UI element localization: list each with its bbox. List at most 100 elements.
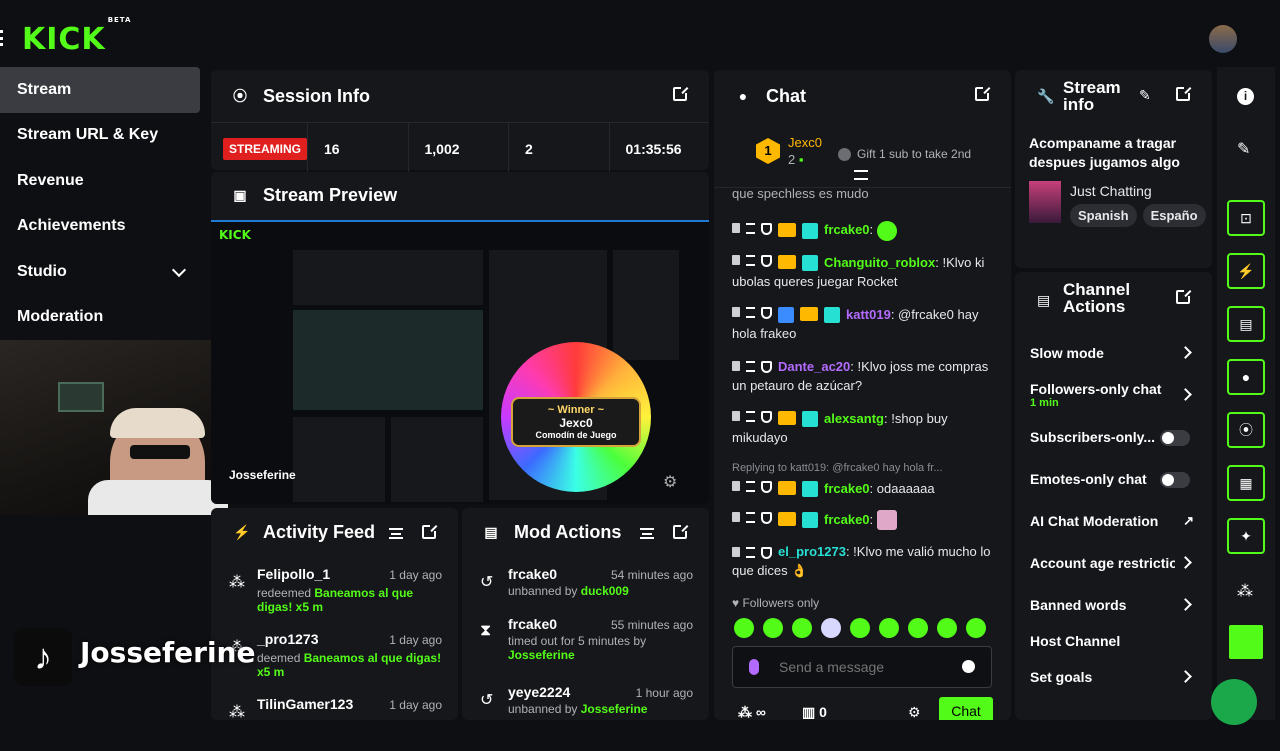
- chat-partial-line: que spechless es mudo: [732, 186, 869, 201]
- emote-icon[interactable]: [734, 618, 754, 638]
- support-icon[interactable]: [1211, 679, 1257, 725]
- set-goals-option[interactable]: Set goals: [1015, 656, 1212, 698]
- emote-icon[interactable]: [966, 618, 986, 638]
- layout-icon[interactable]: ▦: [1227, 465, 1265, 501]
- mod-badges[interactable]: [732, 512, 818, 529]
- mod-badges[interactable]: [732, 481, 818, 498]
- account-age-option[interactable]: Account age restrictio: [1015, 542, 1212, 584]
- kick-logo[interactable]: KICKBETA: [22, 16, 131, 57]
- subscribers-only-option[interactable]: Subscribers-only...: [1015, 416, 1212, 458]
- trash-icon: [732, 307, 740, 318]
- edit-icon[interactable]: ✎: [1139, 87, 1151, 104]
- crown-badge-icon: [778, 512, 796, 527]
- broadcast-icon: ⦿: [233, 88, 247, 104]
- emote-icon[interactable]: [937, 618, 957, 638]
- slow-mode-option[interactable]: Slow mode: [1015, 332, 1212, 374]
- clipboard-icon[interactable]: ▤: [1227, 306, 1265, 342]
- mod-badges[interactable]: [732, 546, 772, 559]
- reward-icon[interactable]: ⁂: [1237, 581, 1253, 601]
- popout-icon[interactable]: [975, 85, 991, 101]
- mod-badges[interactable]: [732, 222, 818, 239]
- chat-settings-icon[interactable]: ⚙: [908, 704, 921, 720]
- sunglasses: [130, 445, 190, 459]
- avatar[interactable]: [1209, 25, 1237, 53]
- sidebar-item-achievements[interactable]: Achievements: [0, 204, 200, 250]
- chat-input-box[interactable]: [732, 646, 992, 688]
- sidebar-item-stream[interactable]: Stream: [0, 67, 200, 113]
- ai-moderation-option[interactable]: AI Chat Moderation ↗: [1015, 500, 1212, 542]
- mod-badges[interactable]: [732, 307, 840, 324]
- top-gifter-name[interactable]: Jexc0: [788, 135, 822, 150]
- category-thumbnail[interactable]: [1029, 181, 1061, 223]
- hourglass-icon: [746, 546, 755, 558]
- banned-words-option[interactable]: Banned words: [1015, 584, 1212, 626]
- microphone-icon[interactable]: [749, 659, 759, 675]
- mod-time: 55 minutes ago: [610, 618, 693, 632]
- winner-box: ~ Winner ~ Jexc0 Comodín de Juego: [511, 397, 641, 447]
- preview-streamer-name: Josseferine: [229, 468, 296, 482]
- mod-badges[interactable]: [732, 361, 772, 374]
- subscribers-only-toggle[interactable]: [1160, 430, 1190, 446]
- crown-badge-icon: [800, 307, 818, 322]
- scan-icon[interactable]: ⊡: [1227, 200, 1265, 236]
- emote-icon[interactable]: [908, 618, 928, 638]
- sidebar-item-revenue[interactable]: Revenue: [0, 158, 200, 204]
- broadcast-icon[interactable]: ⦿: [1227, 412, 1265, 448]
- popout-icon[interactable]: [422, 523, 438, 539]
- tiktok-handle: Josseferine: [80, 636, 256, 669]
- gift-hint[interactable]: Gift 1 sub to take 2nd: [838, 147, 971, 162]
- bolt-icon[interactable]: ⚡: [1227, 253, 1265, 289]
- expand-icon[interactable]: [854, 170, 868, 180]
- popout-icon[interactable]: [1176, 288, 1192, 304]
- info-icon[interactable]: i: [1237, 88, 1254, 105]
- emote-icon[interactable]: [850, 618, 870, 638]
- host-channel-option[interactable]: Host Channel: [1015, 626, 1212, 656]
- reward-icon: ⁂: [229, 574, 245, 591]
- emote-icon[interactable]: [792, 618, 812, 638]
- emote-icon[interactable]: [763, 618, 783, 638]
- wrench-icon[interactable]: ✦: [1227, 518, 1265, 554]
- emoji-icon[interactable]: [962, 660, 975, 673]
- category-name[interactable]: Just Chatting: [1070, 183, 1152, 199]
- stream-preview-video[interactable]: KICK ~ Winner ~ Jexc0 Comodín de Juego J…: [211, 220, 709, 504]
- pencil-icon[interactable]: ✎: [1237, 139, 1250, 159]
- followers-only-option[interactable]: Followers-only chat 1 min: [1015, 374, 1212, 416]
- mod-badges[interactable]: [732, 255, 818, 272]
- feed-detail: deemed Baneamos al que digas! x5 m: [257, 651, 442, 679]
- filter-icon[interactable]: [640, 528, 654, 539]
- session-info-header: ⦿ Session Info: [211, 70, 709, 122]
- popout-icon[interactable]: [673, 523, 689, 539]
- trash-icon: [732, 222, 740, 233]
- app-shortcut-icon[interactable]: [1229, 625, 1263, 659]
- emotes-only-toggle[interactable]: [1160, 472, 1190, 488]
- points-indicator[interactable]: ⁂ ∞: [738, 704, 766, 720]
- emote-icon[interactable]: [821, 618, 841, 638]
- chat-message: alexsantg: !shop buy mikudayo: [732, 410, 948, 445]
- chat-input[interactable]: [779, 657, 949, 677]
- send-chat-button[interactable]: Chat: [939, 697, 993, 720]
- emote-icon[interactable]: [879, 618, 899, 638]
- sidebar-item-studio[interactable]: Studio: [0, 249, 200, 295]
- nested-info-panel: [613, 250, 679, 360]
- mod-actions-header: ▤ Mod Actions: [462, 508, 709, 556]
- channel-actions-header: ▤ Channel Actions: [1015, 272, 1212, 332]
- tag[interactable]: Spanish: [1070, 204, 1137, 227]
- popout-icon[interactable]: [673, 85, 689, 101]
- filter-icon[interactable]: [389, 528, 403, 539]
- menu-icon[interactable]: [0, 30, 4, 46]
- tag[interactable]: Españo: [1142, 204, 1206, 227]
- mod-badges[interactable]: [732, 411, 818, 428]
- emotes-only-option[interactable]: Emotes-only chat: [1015, 458, 1212, 500]
- gift-counter[interactable]: ▥ 0: [802, 704, 827, 720]
- undo-icon: ↺: [480, 574, 494, 591]
- settings-gear-icon[interactable]: ⚙: [663, 472, 677, 492]
- reply-hint[interactable]: Replying to katt019: @frcake0 hay hola f…: [714, 459, 1011, 475]
- feed-time: 1 day ago: [389, 568, 442, 582]
- hourglass-icon: [746, 222, 755, 234]
- status-badge: STREAMING: [223, 137, 307, 160]
- duration: 01:35:56: [625, 140, 682, 157]
- popout-icon[interactable]: [1176, 85, 1192, 101]
- sidebar-item-stream-url[interactable]: Stream URL & Key: [0, 113, 200, 159]
- chat-bubble-icon[interactable]: ●: [1227, 359, 1265, 395]
- sidebar-item-moderation[interactable]: Moderation: [0, 295, 200, 341]
